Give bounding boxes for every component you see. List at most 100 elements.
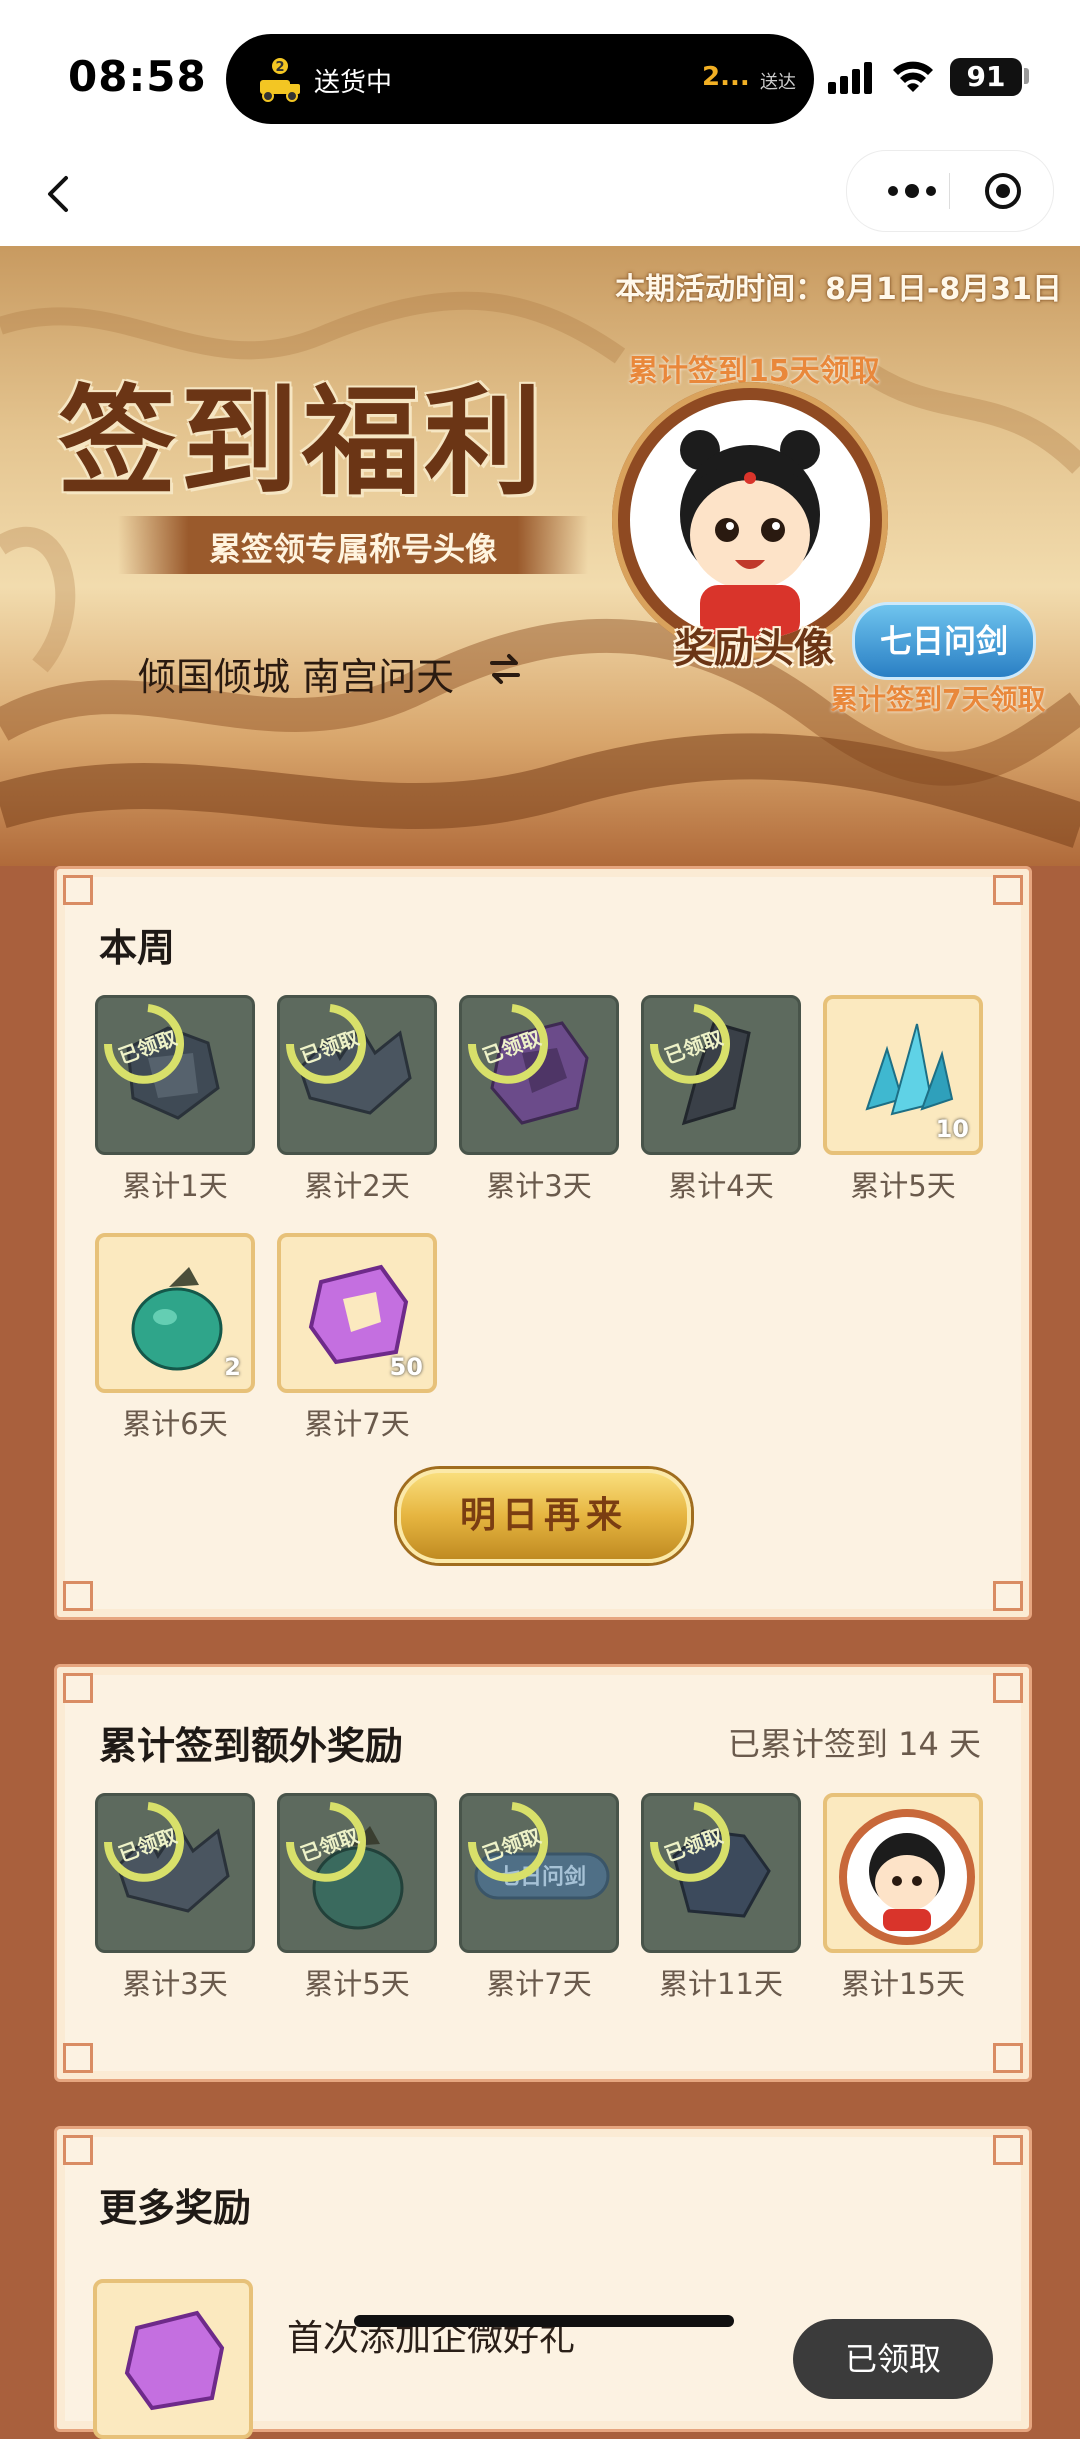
- panel-corner: [993, 1673, 1023, 1703]
- item-quantity: 50: [389, 1353, 423, 1381]
- server-role-name[interactable]: 倾国倾城 南宫问天: [138, 646, 454, 701]
- cumulative-item-15[interactable]: 累计15天: [823, 1793, 983, 2003]
- week-item-3[interactable]: 已领取 累计3天: [459, 995, 619, 1205]
- activity-period: 本期活动时间：8月1日-8月31日: [615, 272, 1062, 307]
- svg-text:已领取: 已领取: [297, 1026, 362, 1069]
- reward-tile: 已领取: [641, 995, 801, 1155]
- week-item-5[interactable]: 10 累计5天: [823, 995, 983, 1205]
- reward-tile: 已领取: [277, 1793, 437, 1953]
- panel-corner: [63, 2135, 93, 2165]
- live-activity-eta: 2...: [702, 62, 750, 92]
- page-title: 签到福利: [58, 372, 547, 511]
- cumulative-item-label: 累计15天: [841, 1967, 965, 2001]
- more-icon[interactable]: [877, 173, 947, 209]
- cellular-signal-icon: [828, 62, 872, 94]
- svg-text:2: 2: [275, 60, 284, 75]
- more-rewards-panel: 更多奖励 首次添加企微好礼 已领取: [54, 2126, 1032, 2439]
- cumulative-item-11[interactable]: 已领取 累计11天: [641, 1793, 801, 2003]
- week-title: 本周: [99, 926, 176, 970]
- panel-corner: [993, 2135, 1023, 2165]
- reward-tile: 10: [823, 995, 983, 1155]
- item-quantity: 10: [935, 1115, 969, 1143]
- svg-text:已领取: 已领取: [661, 1824, 726, 1867]
- cumulative-item-label: 累计11天: [659, 1967, 783, 2001]
- cumulative-item-label: 累计7天: [486, 1967, 592, 2001]
- page-subtitle: 累签领专属称号头像: [208, 530, 497, 568]
- week-item-1[interactable]: 已领取 累计1天: [95, 995, 255, 1205]
- reward-tile: 50: [277, 1233, 437, 1393]
- live-activity-arrive: 送达: [760, 72, 796, 93]
- claimed-stamp-icon: 已领取: [104, 1004, 184, 1084]
- week-signin-panel: 本周 已领取 累计1天 已领取 累计2天 已领取 累计3天 已领取 累计4天 1…: [54, 866, 1032, 1620]
- claimed-stamp-icon: 已领取: [104, 1802, 184, 1882]
- wifi-icon: [893, 61, 933, 92]
- cumulative-title: 累计签到额外奖励: [99, 1724, 404, 1768]
- week-item-label: 累计6天: [122, 1407, 228, 1441]
- mini-program-navbar: [0, 150, 1080, 246]
- week-item-2[interactable]: 已领取 累计2天: [277, 995, 437, 1205]
- delivery-icon: 2: [260, 58, 300, 102]
- week-item-6[interactable]: 2 累计6天: [95, 1233, 255, 1443]
- reward-tile: 已领取: [641, 1793, 801, 1953]
- week-item-label: 累计5天: [850, 1169, 956, 1203]
- week-item-4[interactable]: 已领取 累计4天: [641, 995, 801, 1205]
- hero-banner: 本期活动时间：8月1日-8月31日 签到福利 累签领专属称号头像 倾国倾城 南宫…: [0, 246, 1080, 866]
- reward-tile: 已领取: [277, 995, 437, 1155]
- swap-role-icon[interactable]: [488, 652, 522, 686]
- week-item-7[interactable]: 50 累计7天: [277, 1233, 437, 1443]
- panel-corner: [993, 875, 1023, 905]
- reward-avatar-label: 奖励头像: [674, 626, 834, 672]
- back-chevron-icon[interactable]: [30, 164, 90, 224]
- reward-avatar: [630, 400, 870, 640]
- cumulative-item-label: 累计3天: [122, 1967, 228, 2001]
- reward-tile: 2: [95, 1233, 255, 1393]
- come-back-tomorrow-button[interactable]: 明日再来: [397, 1469, 691, 1563]
- more-reward-item[interactable]: [93, 2279, 253, 2439]
- panel-corner: [63, 1581, 93, 1611]
- claimed-stamp-icon: 已领取: [650, 1004, 730, 1084]
- battery-tip: [1024, 68, 1029, 84]
- live-activity-text: 送货中: [314, 68, 393, 98]
- svg-text:已领取: 已领取: [479, 1026, 544, 1069]
- reward-tile: 已领取: [95, 1793, 255, 1953]
- svg-text:已领取: 已领取: [115, 1026, 180, 1069]
- svg-text:已领取: 已领取: [297, 1824, 362, 1867]
- purple-rune-icon: [124, 2310, 225, 2411]
- cumulative-reward-panel: 累计签到额外奖励 已累计签到 14 天 已领取 累计3天 已领取 累计5天 七日…: [54, 1664, 1032, 2082]
- week-item-label: 累计3天: [486, 1169, 592, 1203]
- cumulative-item-7[interactable]: 七日问剑 已领取 累计7天: [459, 1793, 619, 2003]
- dynamic-island[interactable]: 2 送货中 2... 送达: [226, 34, 814, 124]
- claimed-stamp-icon: 已领取: [286, 1004, 366, 1084]
- title-badge-note: 累计签到7天领取: [830, 683, 1046, 716]
- avatar-frame-icon: [839, 1809, 975, 1945]
- reward-tile: 已领取: [459, 995, 619, 1155]
- claimed-stamp-icon: 已领取: [650, 1802, 730, 1882]
- week-item-label: 累计2天: [304, 1169, 410, 1203]
- svg-text:已领取: 已领取: [661, 1026, 726, 1069]
- cumulative-item-label: 累计5天: [304, 1967, 410, 2001]
- clock: 08:58: [68, 52, 207, 101]
- panel-corner: [993, 2043, 1023, 2073]
- more-rewards-title: 更多奖励: [99, 2186, 252, 2230]
- reward-tile: 已领取: [95, 995, 255, 1155]
- record-icon[interactable]: [983, 171, 1023, 211]
- week-item-label: 累计7天: [304, 1407, 410, 1441]
- capsule-divider: [949, 173, 950, 209]
- svg-text:已领取: 已领取: [479, 1824, 544, 1867]
- cumulative-summary: 已累计签到 14 天: [727, 1725, 981, 1763]
- week-item-label: 累计1天: [122, 1169, 228, 1203]
- claimed-stamp-icon: 已领取: [286, 1802, 366, 1882]
- week-item-label: 累计4天: [668, 1169, 774, 1203]
- home-indicator[interactable]: [354, 2315, 734, 2327]
- status-bar: 08:58 2 送货中 2... 送达 91: [0, 0, 1080, 150]
- reward-tile: 七日问剑 已领取: [459, 1793, 619, 1953]
- panel-corner: [63, 2043, 93, 2073]
- chibi-character-image: [680, 430, 820, 640]
- title-badge: 七日问剑: [852, 602, 1036, 680]
- cumulative-item-3[interactable]: 已领取 累计3天: [95, 1793, 255, 2003]
- cumulative-item-5[interactable]: 已领取 累计5天: [277, 1793, 437, 2003]
- more-reward-button[interactable]: 已领取: [793, 2319, 993, 2399]
- panel-corner: [63, 875, 93, 905]
- item-quantity: 2: [224, 1353, 241, 1381]
- panel-corner: [63, 1673, 93, 1703]
